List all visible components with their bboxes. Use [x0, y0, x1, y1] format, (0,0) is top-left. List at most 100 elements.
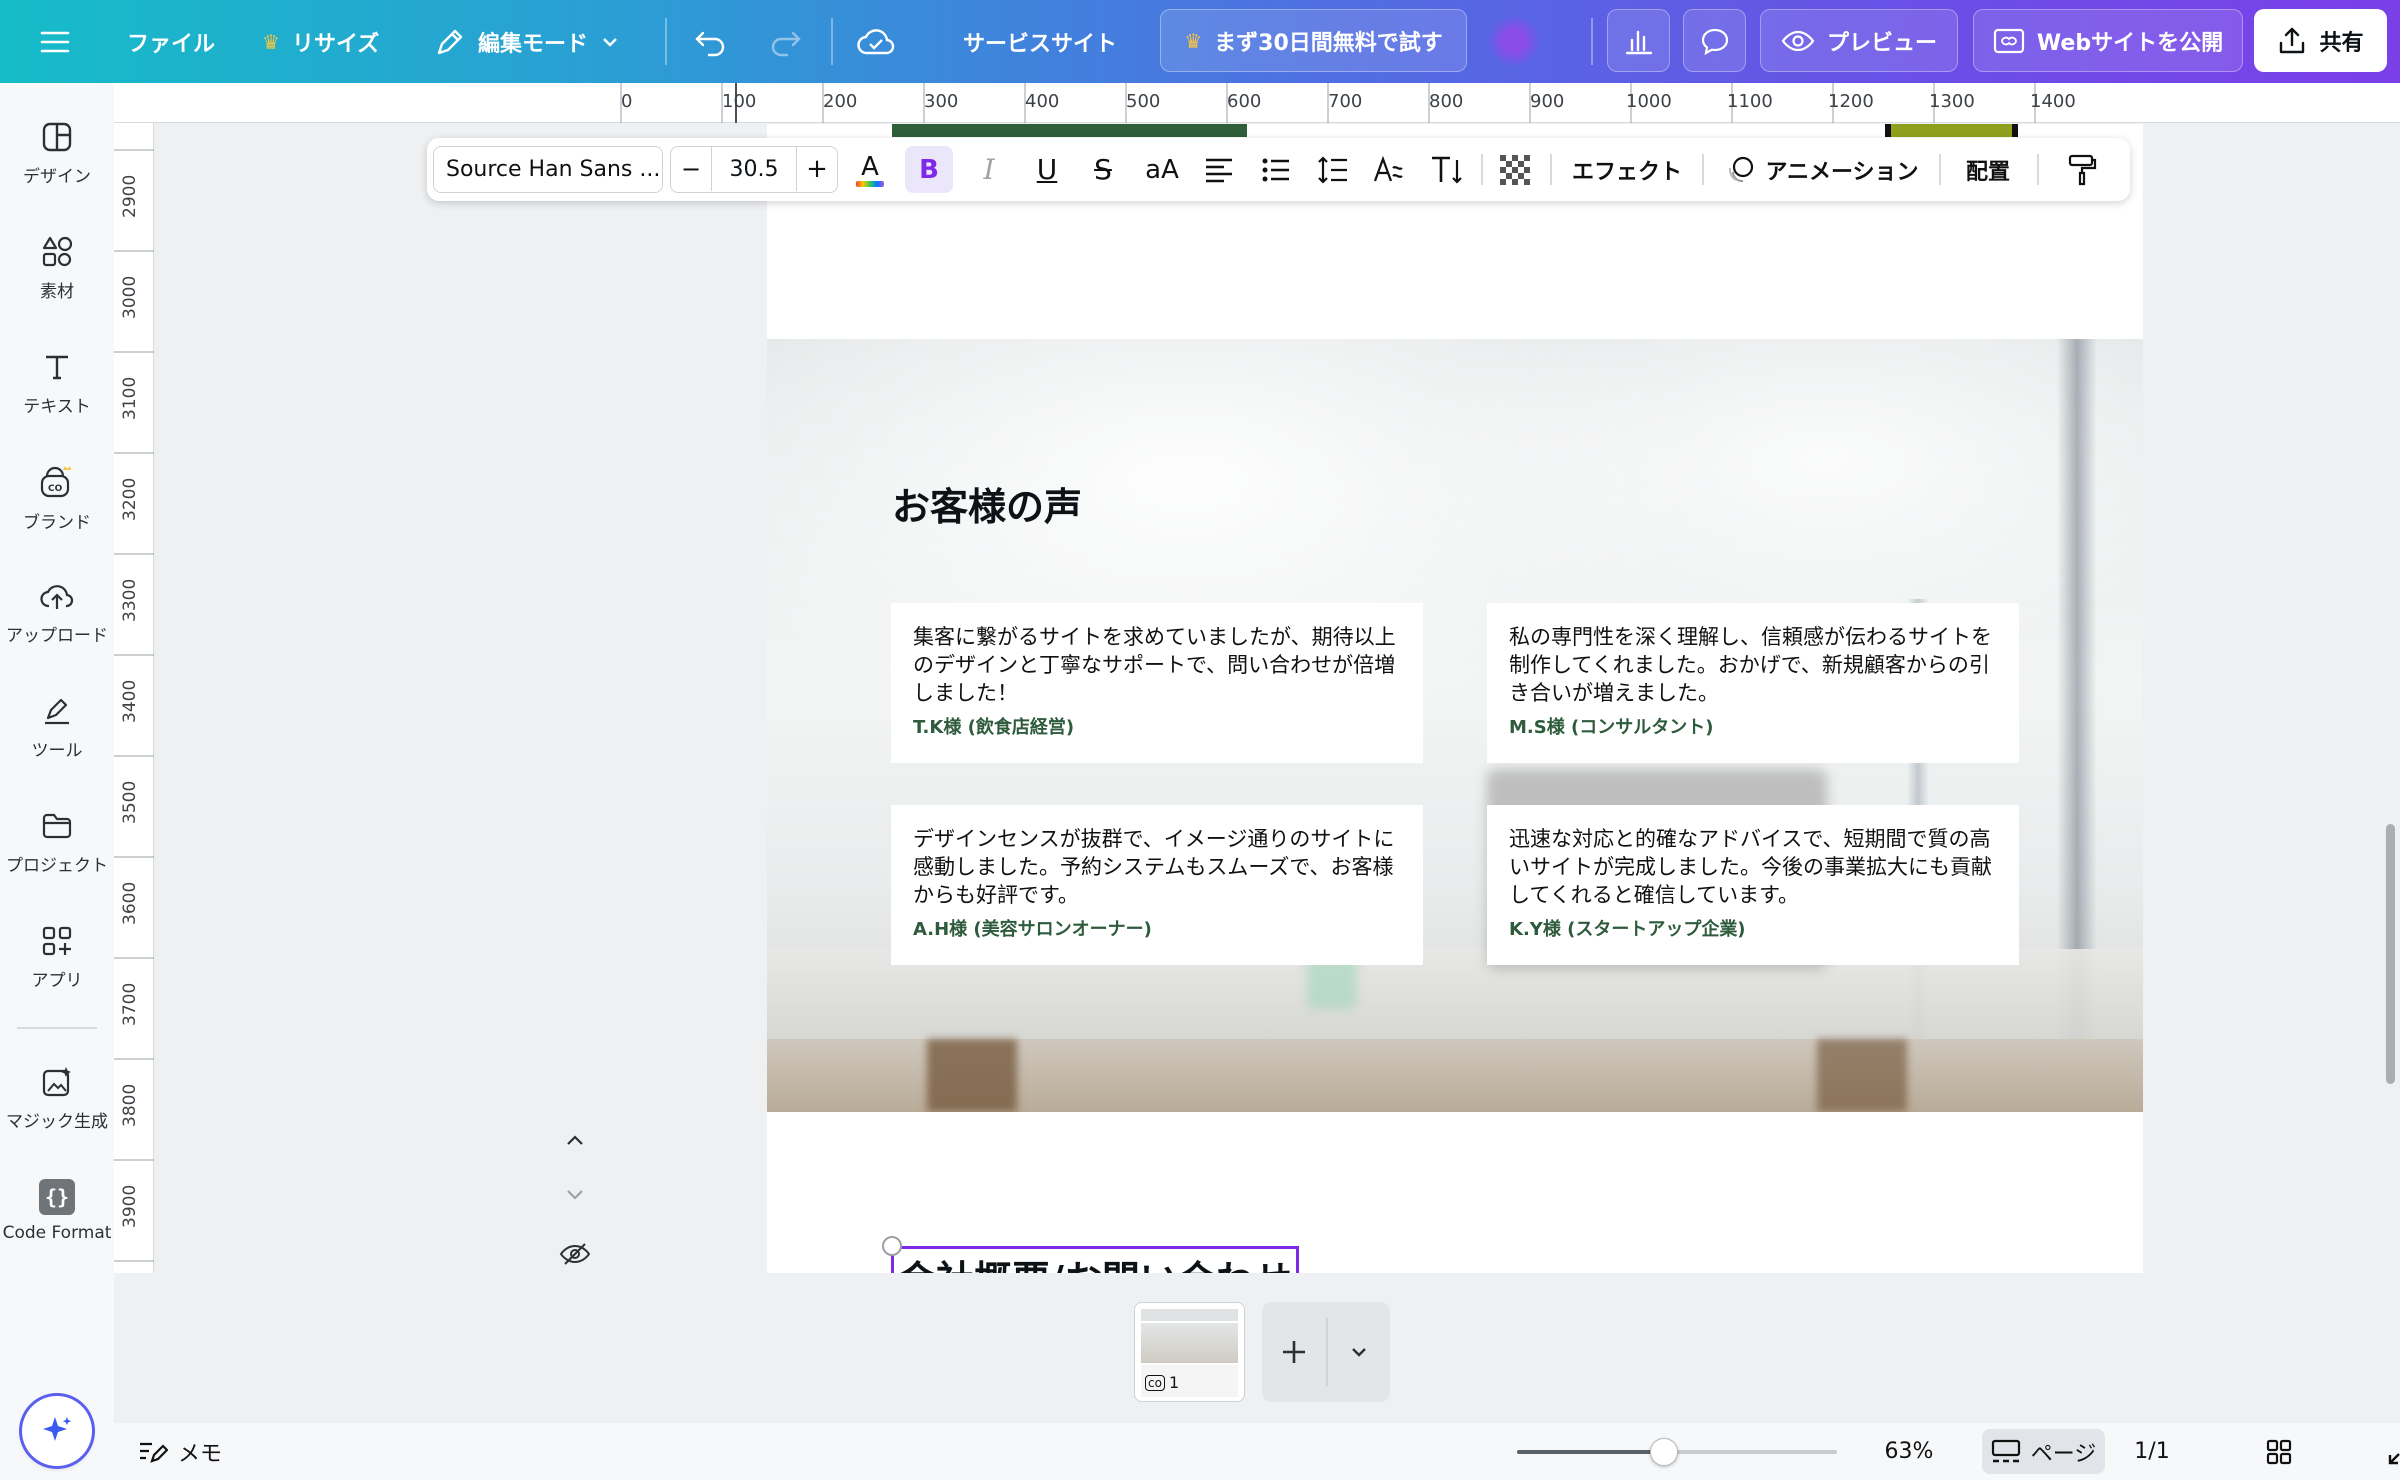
notes-button[interactable]: メモ: [138, 1423, 222, 1480]
bullet-list-icon: [1262, 158, 1289, 181]
code-braces-icon: {}: [39, 1179, 75, 1215]
plus-icon: [1283, 1341, 1305, 1363]
ruler-label: 1400: [2030, 91, 2076, 112]
crown-icon: ♛: [262, 29, 280, 54]
file-menu[interactable]: ファイル: [127, 0, 215, 83]
bar-chart-icon: [1625, 30, 1652, 54]
grid-view-icon: [2266, 1439, 2292, 1464]
testimonial-text: デザインセンスが抜群で、イメージ通りのサイトに感動しました。予約システムもスムー…: [913, 827, 1395, 907]
italic-button[interactable]: I: [967, 138, 1011, 201]
copy-style-button[interactable]: [2057, 138, 2107, 201]
testimonial-card[interactable]: 集客に繋がるサイトを求めていましたが、期待以上のデザインと丁寧なサポートで、問い…: [891, 603, 1423, 763]
sidebar-item-tools[interactable]: ツール: [0, 694, 114, 761]
add-page-options-button[interactable]: [1327, 1302, 1390, 1402]
page-layout-icon: [1991, 1439, 2020, 1462]
align-button[interactable]: [1197, 138, 1241, 201]
share-button[interactable]: 共有: [2254, 9, 2387, 72]
magic-assistant-button[interactable]: [22, 1396, 92, 1466]
menu-button[interactable]: [40, 0, 70, 83]
hide-page-button[interactable]: [553, 1234, 597, 1273]
edit-mode-button[interactable]: 編集モード: [434, 0, 620, 83]
zoom-slider-handle[interactable]: [1650, 1438, 1679, 1466]
font-size-increase-button[interactable]: +: [797, 147, 837, 191]
sidebar-item-apps[interactable]: アプリ: [0, 924, 114, 991]
list-button[interactable]: [1254, 138, 1298, 201]
free-trial-button[interactable]: ♛ まず30日間無料で試す: [1160, 9, 1467, 72]
zoom-slider[interactable]: [1517, 1423, 1837, 1480]
page-view-button[interactable]: ページ: [1982, 1429, 2105, 1474]
ruler-label: 1300: [1929, 91, 1975, 112]
text-style-button[interactable]: [1368, 138, 1412, 201]
ruler-label: 800: [1429, 91, 1464, 112]
redo-button[interactable]: [767, 0, 803, 83]
sidebar-item-design[interactable]: デザイン: [0, 120, 114, 187]
left-sidebar: デザイン 素材 テキスト CO ブランド アップロード ツール プロジェクト ア…: [0, 83, 114, 1480]
letter-case-button[interactable]: aA: [1137, 138, 1187, 201]
position-button[interactable]: 配置: [1953, 138, 2023, 201]
align-left-icon: [1206, 158, 1232, 182]
sidebar-item-text[interactable]: テキスト: [0, 350, 114, 417]
design-layout-icon: [42, 122, 72, 152]
checker-transparency-icon: [1500, 154, 1530, 185]
ruler-label: 3400: [120, 679, 140, 723]
company-contact-heading[interactable]: 会社概要/お問い合わせ: [891, 1246, 1299, 1273]
move-page-down-button[interactable]: [555, 1175, 595, 1215]
rotate-handle[interactable]: [882, 1236, 902, 1256]
font-size-decrease-button[interactable]: −: [671, 147, 711, 191]
folder-icon: [42, 813, 72, 839]
testimonial-card[interactable]: デザインセンスが抜群で、イメージ通りのサイトに感動しました。予約システムもスムー…: [891, 805, 1423, 965]
testimonial-card[interactable]: 迅速な対応と的確なアドバイスで、短期間で質の高いサイトが完成しました。今後の事業…: [1487, 805, 2019, 965]
green-bar-element[interactable]: [892, 124, 1247, 137]
sidebar-item-uploads[interactable]: アップロード: [0, 579, 114, 646]
transparency-button[interactable]: [1493, 138, 1537, 201]
section-title[interactable]: お客様の声: [892, 476, 1082, 531]
page-thumbnail[interactable]: co 1: [1134, 1302, 1245, 1402]
line-spacing-icon: [1318, 155, 1347, 184]
text-t-icon: [46, 355, 68, 380]
font-size-input[interactable]: 30.5: [711, 147, 797, 191]
text-color-button[interactable]: A: [848, 138, 892, 201]
fullscreen-button[interactable]: [2376, 1423, 2400, 1480]
move-page-up-button[interactable]: [555, 1120, 595, 1160]
ruler-label: 400: [1025, 91, 1060, 112]
olive-bar-element[interactable]: [1885, 124, 2018, 137]
sidebar-item-elements[interactable]: 素材: [0, 235, 114, 302]
vertical-text-button[interactable]: [1425, 138, 1469, 201]
sidebar-item-code-format[interactable]: {} Code Format: [0, 1179, 114, 1243]
site-name[interactable]: サービスサイト: [963, 0, 1117, 83]
insights-button[interactable]: [1607, 9, 1670, 72]
sidebar-item-projects[interactable]: プロジェクト: [0, 809, 114, 876]
ruler-label: 3300: [120, 578, 140, 622]
add-page-button[interactable]: [1262, 1302, 1326, 1402]
avatar[interactable]: [1488, 15, 1540, 67]
ruler-label: 3200: [120, 477, 140, 521]
effects-button[interactable]: エフェクト: [1567, 138, 1687, 201]
comment-button[interactable]: [1683, 9, 1746, 72]
underline-button[interactable]: U: [1025, 138, 1069, 201]
sidebar-item-magic-media[interactable]: マジック生成: [0, 1065, 114, 1132]
cloud-check-icon: [857, 28, 895, 54]
undo-button[interactable]: [693, 0, 729, 83]
sidebar-item-brand[interactable]: CO ブランド: [0, 464, 114, 533]
share-upload-icon: [2280, 27, 2305, 53]
zoom-level[interactable]: 63%: [1864, 1423, 1954, 1480]
spacing-button[interactable]: [1311, 138, 1355, 201]
page-count[interactable]: 1/1: [2122, 1423, 2182, 1480]
grid-view-button[interactable]: [2254, 1423, 2304, 1480]
font-family-dropdown[interactable]: Source Han Sans ...: [433, 146, 663, 193]
strikethrough-button[interactable]: S: [1081, 138, 1125, 201]
vertical-scrollbar[interactable]: [2386, 824, 2395, 1084]
testimonials-section[interactable]: お客様の声 集客に繋がるサイトを求めていましたが、期待以上のデザインと丁寧なサポ…: [767, 339, 2143, 1112]
cloud-saved-button[interactable]: [857, 0, 895, 83]
cloud-upload-icon: [40, 585, 74, 609]
preview-button[interactable]: プレビュー: [1760, 9, 1958, 72]
chevron-up-icon: [567, 1135, 583, 1145]
publish-website-button[interactable]: Webサイトを公開: [1973, 9, 2243, 72]
add-page-group: [1262, 1302, 1390, 1402]
chevron-down-icon: [603, 37, 617, 47]
resize-button[interactable]: ♛ リサイズ: [262, 0, 379, 83]
bold-button[interactable]: B: [905, 146, 953, 193]
testimonial-card[interactable]: 私の専門性を深く理解し、信頼感が伝わるサイトを制作してくれました。おかげで、新規…: [1487, 603, 2019, 763]
animation-button[interactable]: アニメーション: [1717, 138, 1927, 201]
apps-grid-icon: [42, 926, 72, 956]
